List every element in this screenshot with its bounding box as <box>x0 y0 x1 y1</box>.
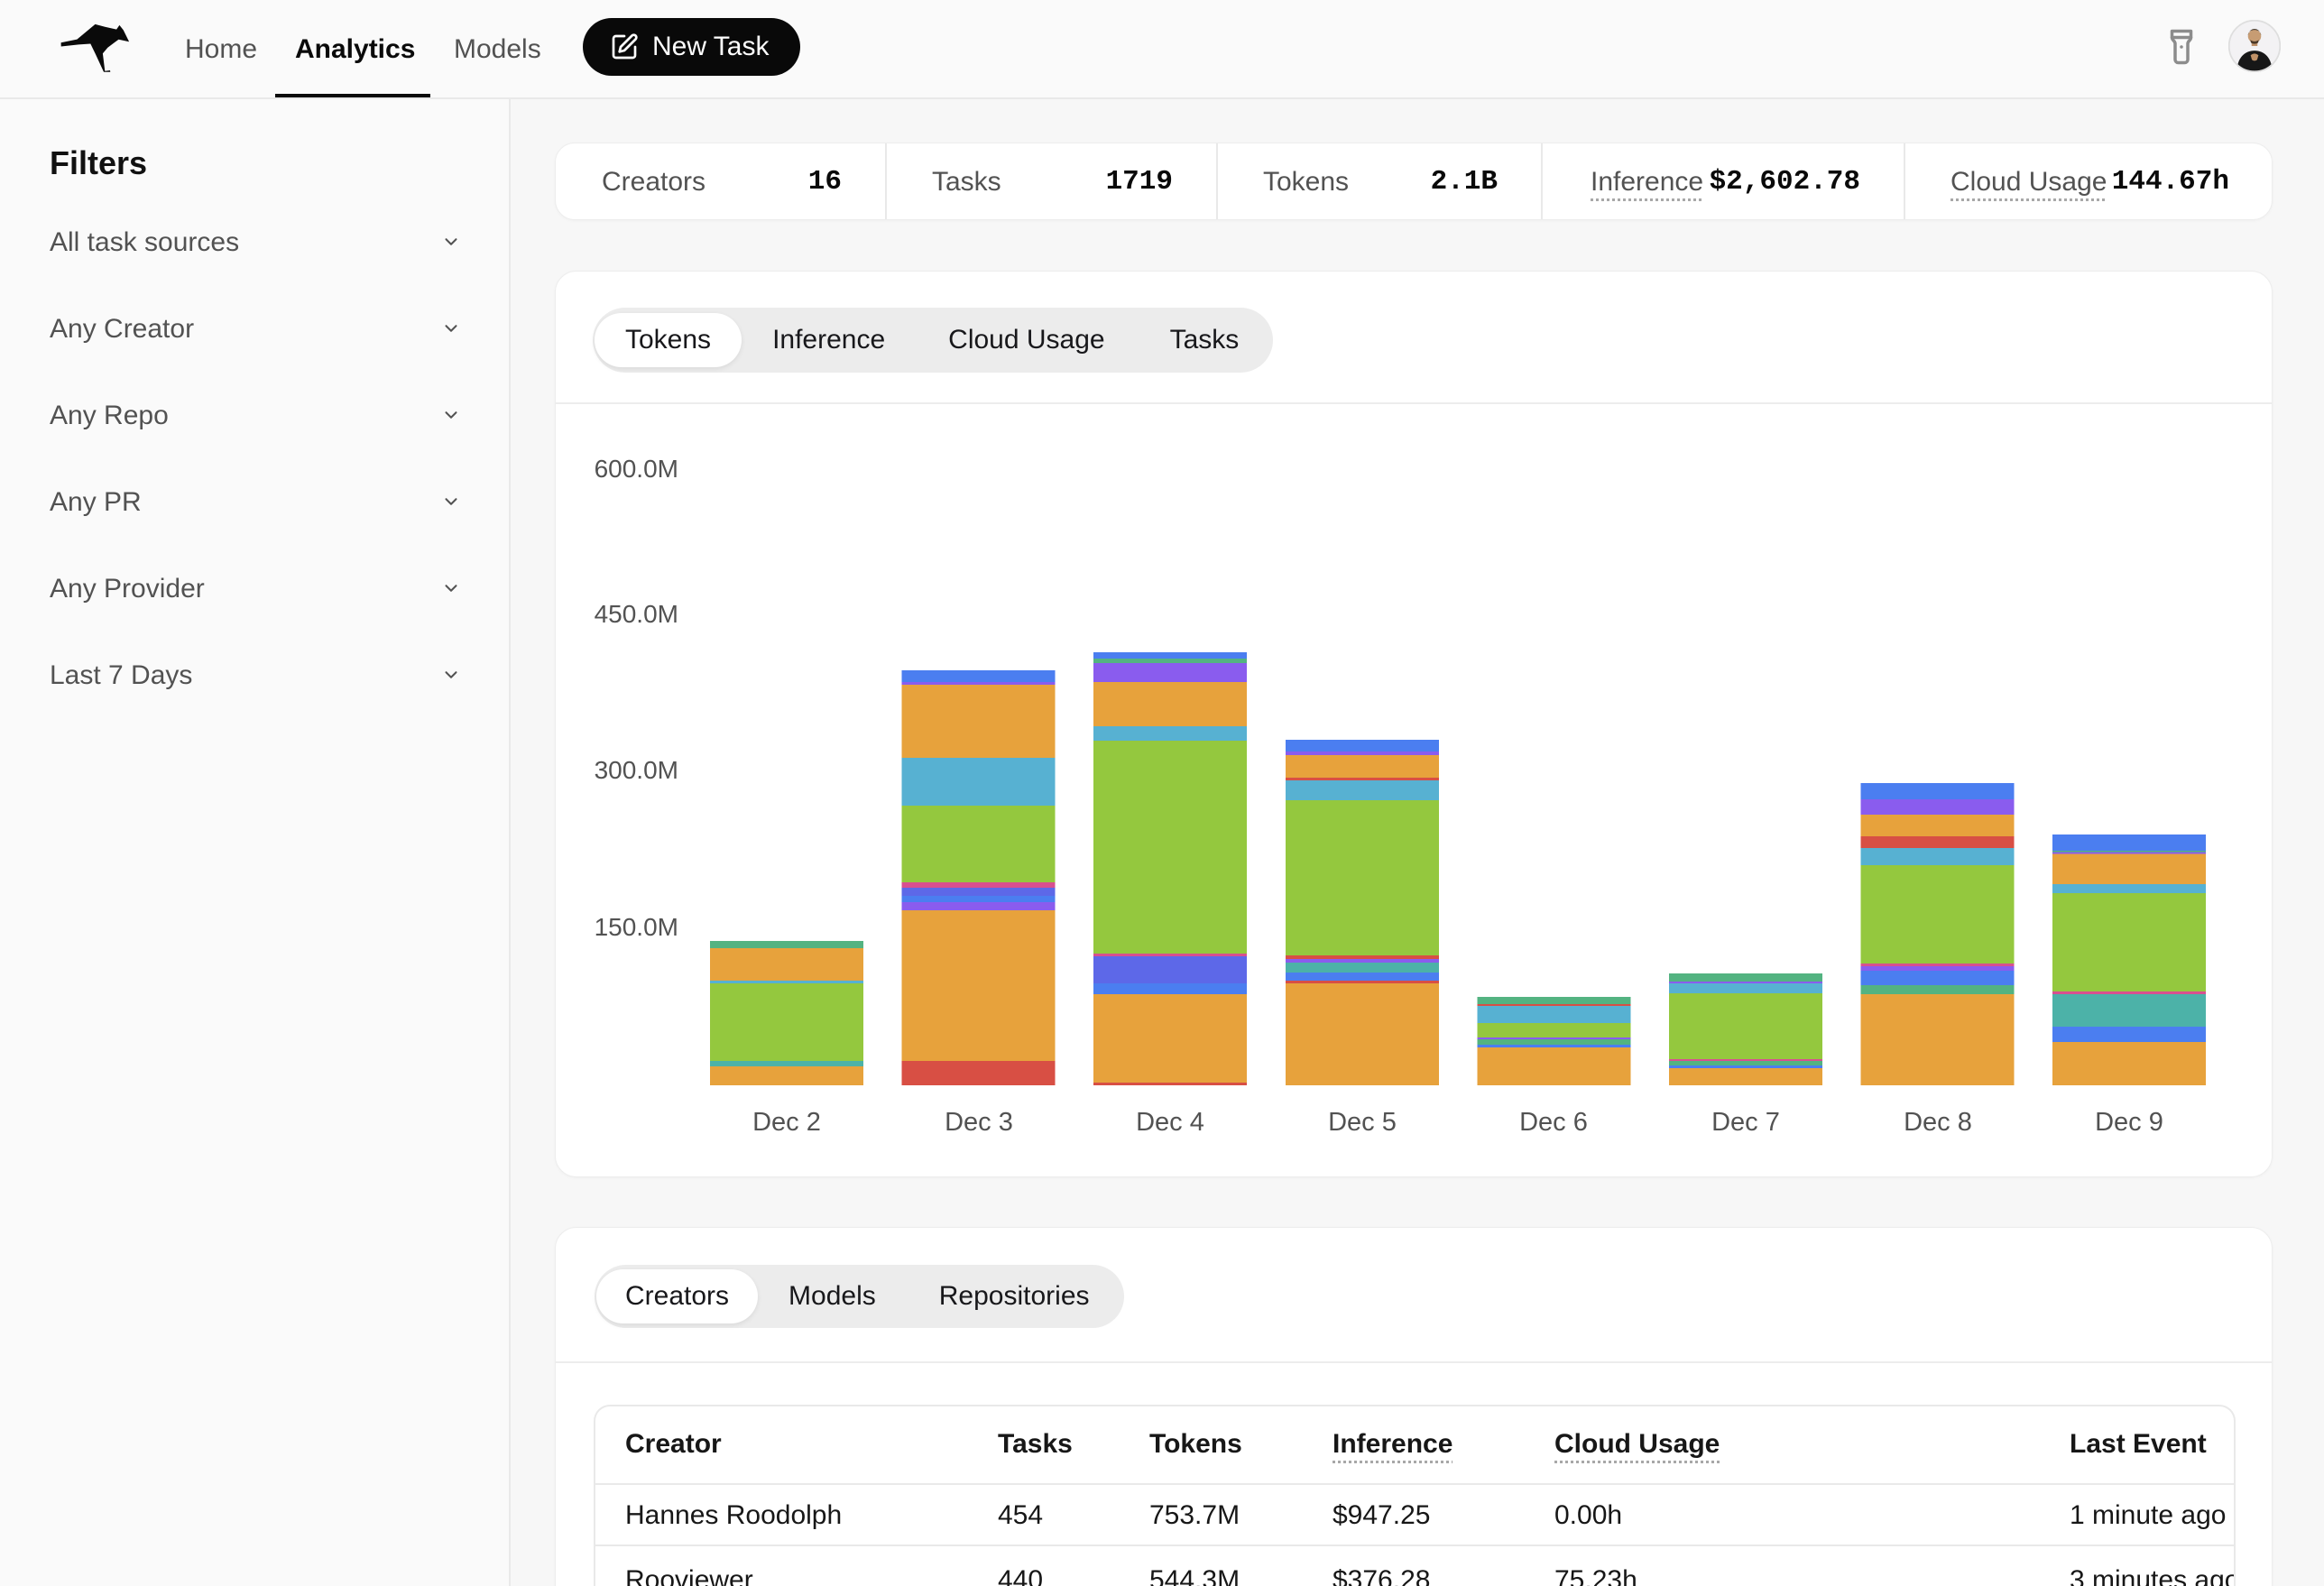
svg-text:450.0M: 450.0M <box>595 600 678 628</box>
svg-text:Dec 6: Dec 6 <box>1519 1108 1588 1137</box>
svg-text:300.0M: 300.0M <box>595 756 678 784</box>
svg-text:Dec 5: Dec 5 <box>1328 1108 1397 1137</box>
svg-text:Dec 4: Dec 4 <box>1136 1108 1204 1137</box>
svg-text:600.0M: 600.0M <box>595 455 678 483</box>
svg-text:Dec 8: Dec 8 <box>1904 1108 1972 1137</box>
svg-text:Dec 9: Dec 9 <box>2095 1108 2163 1137</box>
svg-text:Dec 7: Dec 7 <box>1711 1108 1780 1137</box>
svg-text:Dec 2: Dec 2 <box>752 1108 821 1137</box>
svg-text:150.0M: 150.0M <box>595 913 678 941</box>
svg-text:Dec 3: Dec 3 <box>945 1108 1013 1137</box>
